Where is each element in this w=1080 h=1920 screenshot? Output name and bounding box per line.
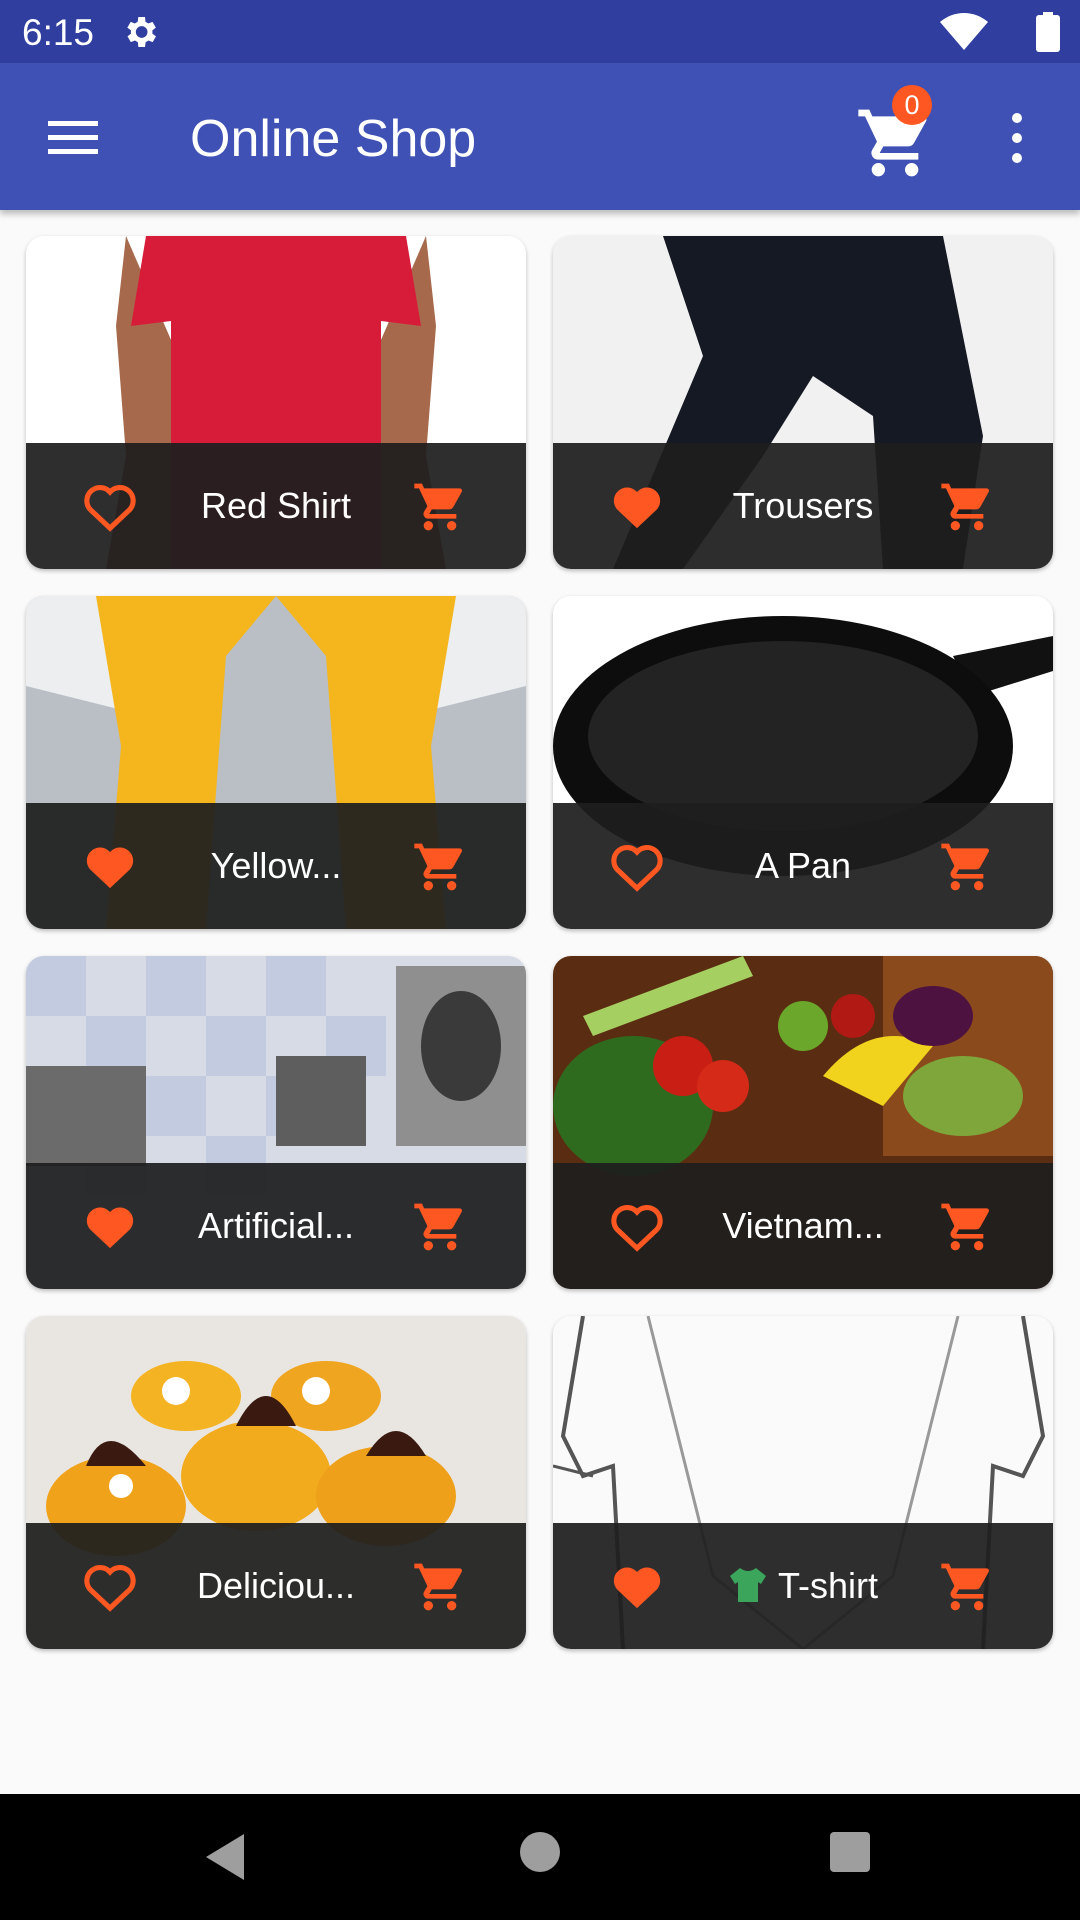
product-card[interactable]: Trousers [553,236,1053,569]
menu-icon[interactable] [40,113,106,163]
card-footer: Artificial... [26,1163,526,1289]
product-grid: Red Shirt Trousers Yellow... A Pan Artif… [26,236,1054,1649]
card-footer: Trousers [553,443,1053,569]
heart-filled-icon[interactable] [609,480,665,532]
product-title-wrapper: T-shirt [703,1523,903,1649]
product-card[interactable]: Artificial... [26,956,526,1289]
add-to-cart-icon[interactable] [939,479,995,535]
status-time: 6:15 [22,12,95,53]
product-card[interactable]: T-shirt [553,1316,1053,1649]
heart-filled-icon[interactable] [609,1560,665,1612]
add-to-cart-icon[interactable] [939,1559,995,1615]
card-footer: Yellow... [26,803,526,929]
wifi-icon [940,13,988,50]
card-footer: Deliciou... [26,1523,526,1649]
product-card[interactable]: Yellow... [26,596,526,929]
product-title: Red Shirt [200,485,352,526]
add-to-cart-icon[interactable] [412,1199,468,1255]
add-to-cart-icon[interactable] [412,839,468,895]
card-footer: T-shirt [553,1523,1053,1649]
heart-outline-icon[interactable] [609,1200,665,1252]
heart-filled-icon[interactable] [82,840,138,892]
product-card[interactable]: A Pan [553,596,1053,929]
card-footer: Red Shirt [26,443,526,569]
more-options-icon[interactable] [1000,108,1034,168]
product-title: A Pan [754,845,852,886]
t-shirt-emoji-icon [729,1568,766,1602]
cart-count-badge: 0 [892,85,932,125]
add-to-cart-icon[interactable] [412,479,468,535]
recents-icon[interactable] [830,1832,870,1872]
heart-outline-icon[interactable] [609,840,665,892]
product-card[interactable]: Vietnam... [553,956,1053,1289]
card-footer: A Pan [553,803,1053,929]
battery-icon [1036,12,1060,52]
card-footer: Vietnam... [553,1163,1053,1289]
home-icon[interactable] [520,1832,560,1872]
add-to-cart-icon[interactable] [939,1199,995,1255]
product-title: Yellow... [210,845,342,886]
app-title: Online Shop [190,110,477,168]
product-card[interactable]: Deliciou... [26,1316,526,1649]
back-icon[interactable] [202,1832,250,1882]
product-title: Vietnam... [722,1205,884,1246]
product-title: Artificial... [197,1205,355,1246]
product-title: Trousers [732,485,874,526]
settings-gear-icon [127,17,156,47]
status-bar: 6:15 [0,0,1080,63]
product-card[interactable]: Red Shirt [26,236,526,569]
add-to-cart-icon[interactable] [412,1559,468,1615]
product-title: T-shirt [777,1565,878,1606]
add-to-cart-icon[interactable] [939,839,995,895]
app-bar: Online Shop 0 [0,63,1080,210]
heart-outline-icon[interactable] [82,480,138,532]
heart-outline-icon[interactable] [82,1560,138,1612]
heart-filled-icon[interactable] [82,1200,138,1252]
product-title: Deliciou... [196,1565,356,1606]
system-navigation-bar [0,1794,1080,1920]
